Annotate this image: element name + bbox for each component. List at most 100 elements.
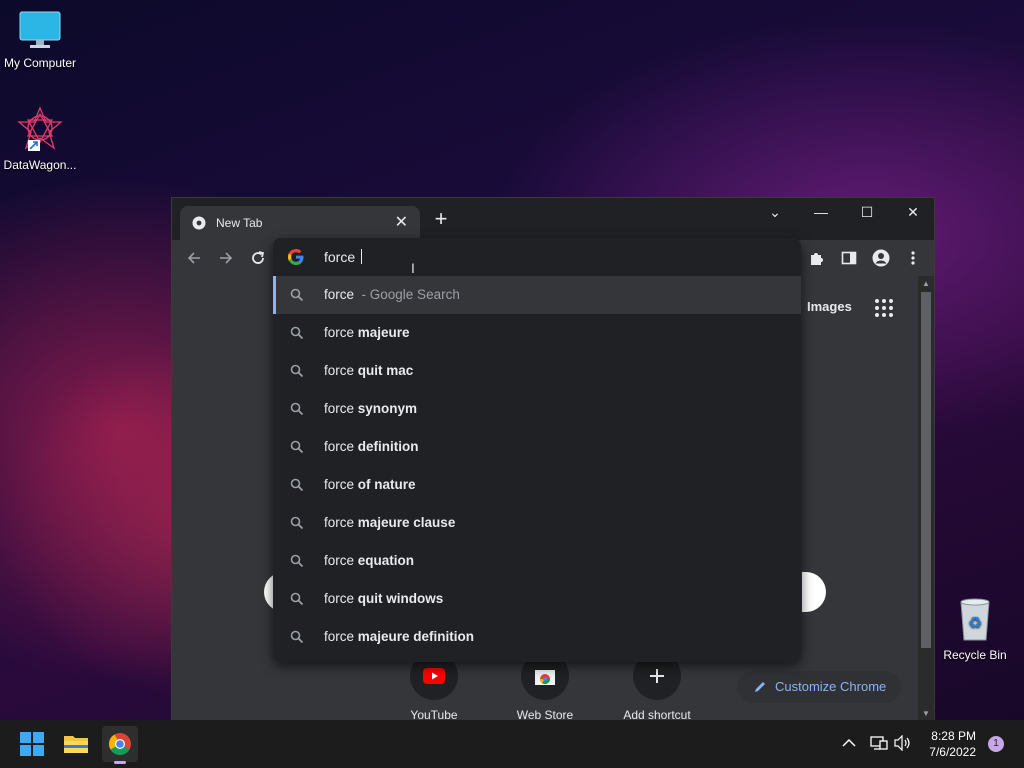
suggestion-completion: definition	[357, 439, 419, 454]
reload-button[interactable]	[247, 247, 269, 269]
shortcut-youtube[interactable]: YouTube	[384, 652, 484, 722]
side-panel-icon	[841, 251, 857, 265]
taskbar: 8:28 PM 7/6/2022	[0, 720, 1024, 768]
suggestion-prefix: force	[324, 287, 355, 302]
tab-new-tab[interactable]: New Tab ✕	[180, 206, 420, 240]
omnibox-suggestion[interactable]: force majeure definition	[273, 618, 801, 656]
search-icon	[290, 630, 304, 644]
suggestion-prefix: force	[324, 363, 358, 378]
new-tab-button[interactable]: +	[430, 208, 452, 230]
profile-button[interactable]	[870, 247, 892, 269]
omnibox-suggestion[interactable]: force quit windows	[273, 580, 801, 618]
plus-icon	[650, 669, 664, 683]
windows-logo-icon	[20, 732, 44, 756]
search-icon	[290, 592, 304, 606]
start-button[interactable]	[14, 726, 50, 762]
minimize-button[interactable]: —	[798, 198, 844, 228]
back-button[interactable]	[183, 247, 205, 269]
desktop-icon-label: DataWagon...	[3, 158, 77, 172]
omnibox-suggestion[interactable]: force definition	[273, 428, 801, 466]
forward-button[interactable]	[215, 247, 237, 269]
text-caret	[361, 249, 363, 264]
folder-icon	[64, 736, 88, 753]
shortcut-add[interactable]: Add shortcut	[607, 652, 707, 722]
side-panel-button[interactable]	[838, 247, 860, 269]
speaker-icon	[894, 734, 910, 752]
arrow-right-icon	[220, 252, 233, 264]
omnibox-value: force	[324, 249, 360, 265]
extensions-button[interactable]	[806, 247, 828, 269]
chrome-web-store-icon	[535, 670, 555, 685]
customize-chrome-button[interactable]: Customize Chrome	[737, 671, 901, 703]
network-button[interactable]	[870, 735, 888, 751]
pencil-icon	[755, 682, 765, 692]
suggestion-completion: of nature	[357, 477, 416, 492]
suggestion-completion: majeure clause	[357, 515, 456, 530]
omnibox-suggestion[interactable]: force of nature	[273, 466, 801, 504]
clock[interactable]: 8:28 PM 7/6/2022	[929, 728, 976, 760]
suggestion-text: force majeure definition	[324, 629, 474, 644]
omnibox-suggestion[interactable]: force synonym	[273, 390, 801, 428]
menu-button[interactable]	[902, 247, 924, 269]
omnibox-suggestion[interactable]: force - Google Search	[273, 276, 801, 314]
clock-date: 7/6/2022	[929, 745, 976, 759]
desktop-icon-label: Recycle Bin	[943, 648, 1007, 662]
chrome-icon	[109, 733, 131, 755]
suggestion-prefix: force	[324, 553, 358, 568]
search-icon	[290, 364, 304, 378]
search-icon	[290, 326, 304, 340]
scroll-up-arrow-icon[interactable]: ▲	[918, 279, 934, 288]
notification-badge[interactable]: 1	[988, 736, 1004, 752]
suggestion-prefix: force	[324, 591, 358, 606]
volume-button[interactable]	[894, 734, 912, 752]
chevron-up-icon	[842, 738, 856, 747]
search-icon	[290, 516, 304, 530]
suggestion-prefix: force	[324, 477, 358, 492]
omnibox-text[interactable]: force	[324, 249, 363, 265]
chrome-taskbar-button[interactable]	[102, 726, 138, 764]
suggestion-text: force equation	[324, 553, 414, 568]
suggestion-completion: quit mac	[357, 363, 414, 378]
omnibox-suggestion[interactable]: force majeure	[273, 314, 801, 352]
images-link[interactable]: Images	[807, 299, 852, 314]
suggestion-text: force - Google Search	[324, 287, 460, 302]
puzzle-piece-icon	[811, 253, 823, 265]
desktop-icon-my-computer[interactable]: My Computer	[0, 10, 80, 70]
omnibox-input[interactable]: force I	[273, 238, 801, 276]
google-apps-icon[interactable]	[875, 299, 893, 317]
suggestion-text: force quit mac	[324, 363, 413, 378]
recycle-bin-icon: ♻	[960, 598, 990, 641]
close-window-button[interactable]: ✕	[890, 198, 936, 228]
clock-time: 8:28 PM	[931, 729, 976, 743]
search-icon	[290, 554, 304, 568]
tab-close-icon[interactable]: ✕	[395, 212, 408, 232]
monitor-icon	[19, 11, 61, 48]
suggestion-completion: equation	[357, 553, 415, 568]
svg-text:♻: ♻	[968, 613, 982, 632]
tab-search-button[interactable]: ⌄	[752, 198, 798, 228]
i-beam-cursor-icon: I	[411, 260, 415, 276]
page-scrollbar[interactable]: ▲ ▼	[918, 276, 934, 721]
scroll-down-arrow-icon[interactable]: ▼	[918, 709, 934, 718]
customize-chrome-label: Customize Chrome	[775, 679, 887, 694]
file-explorer-button[interactable]	[58, 726, 94, 762]
suggestion-completion: synonym	[357, 401, 418, 416]
suggestion-prefix: force	[324, 401, 358, 416]
search-box-right-edge	[802, 572, 826, 612]
suggestion-completion: quit windows	[357, 591, 444, 606]
desktop-icon-datawagon[interactable]: DataWagon...	[0, 106, 80, 172]
desktop-icon-recycle-bin[interactable]: ♻ Recycle Bin	[935, 598, 1015, 662]
omnibox-suggestion[interactable]: force equation	[273, 542, 801, 580]
suggestion-hint: - Google Search	[354, 287, 460, 302]
maximize-button[interactable]: ☐	[844, 198, 890, 228]
show-hidden-icons-button[interactable]	[842, 735, 858, 751]
suggestion-text: force definition	[324, 439, 419, 454]
omnibox-suggestion[interactable]: force majeure clause	[273, 504, 801, 542]
search-icon	[290, 440, 304, 454]
three-dot-menu-icon	[911, 251, 915, 265]
shortcut-web-store[interactable]: Web Store	[495, 652, 595, 722]
omnibox-suggestion[interactable]: force quit mac	[273, 352, 801, 390]
datawagon-logo-icon	[17, 106, 63, 151]
scrollbar-thumb[interactable]	[921, 292, 931, 648]
omnibox-dropdown: force I force - Google Search force majeu…	[273, 238, 801, 662]
